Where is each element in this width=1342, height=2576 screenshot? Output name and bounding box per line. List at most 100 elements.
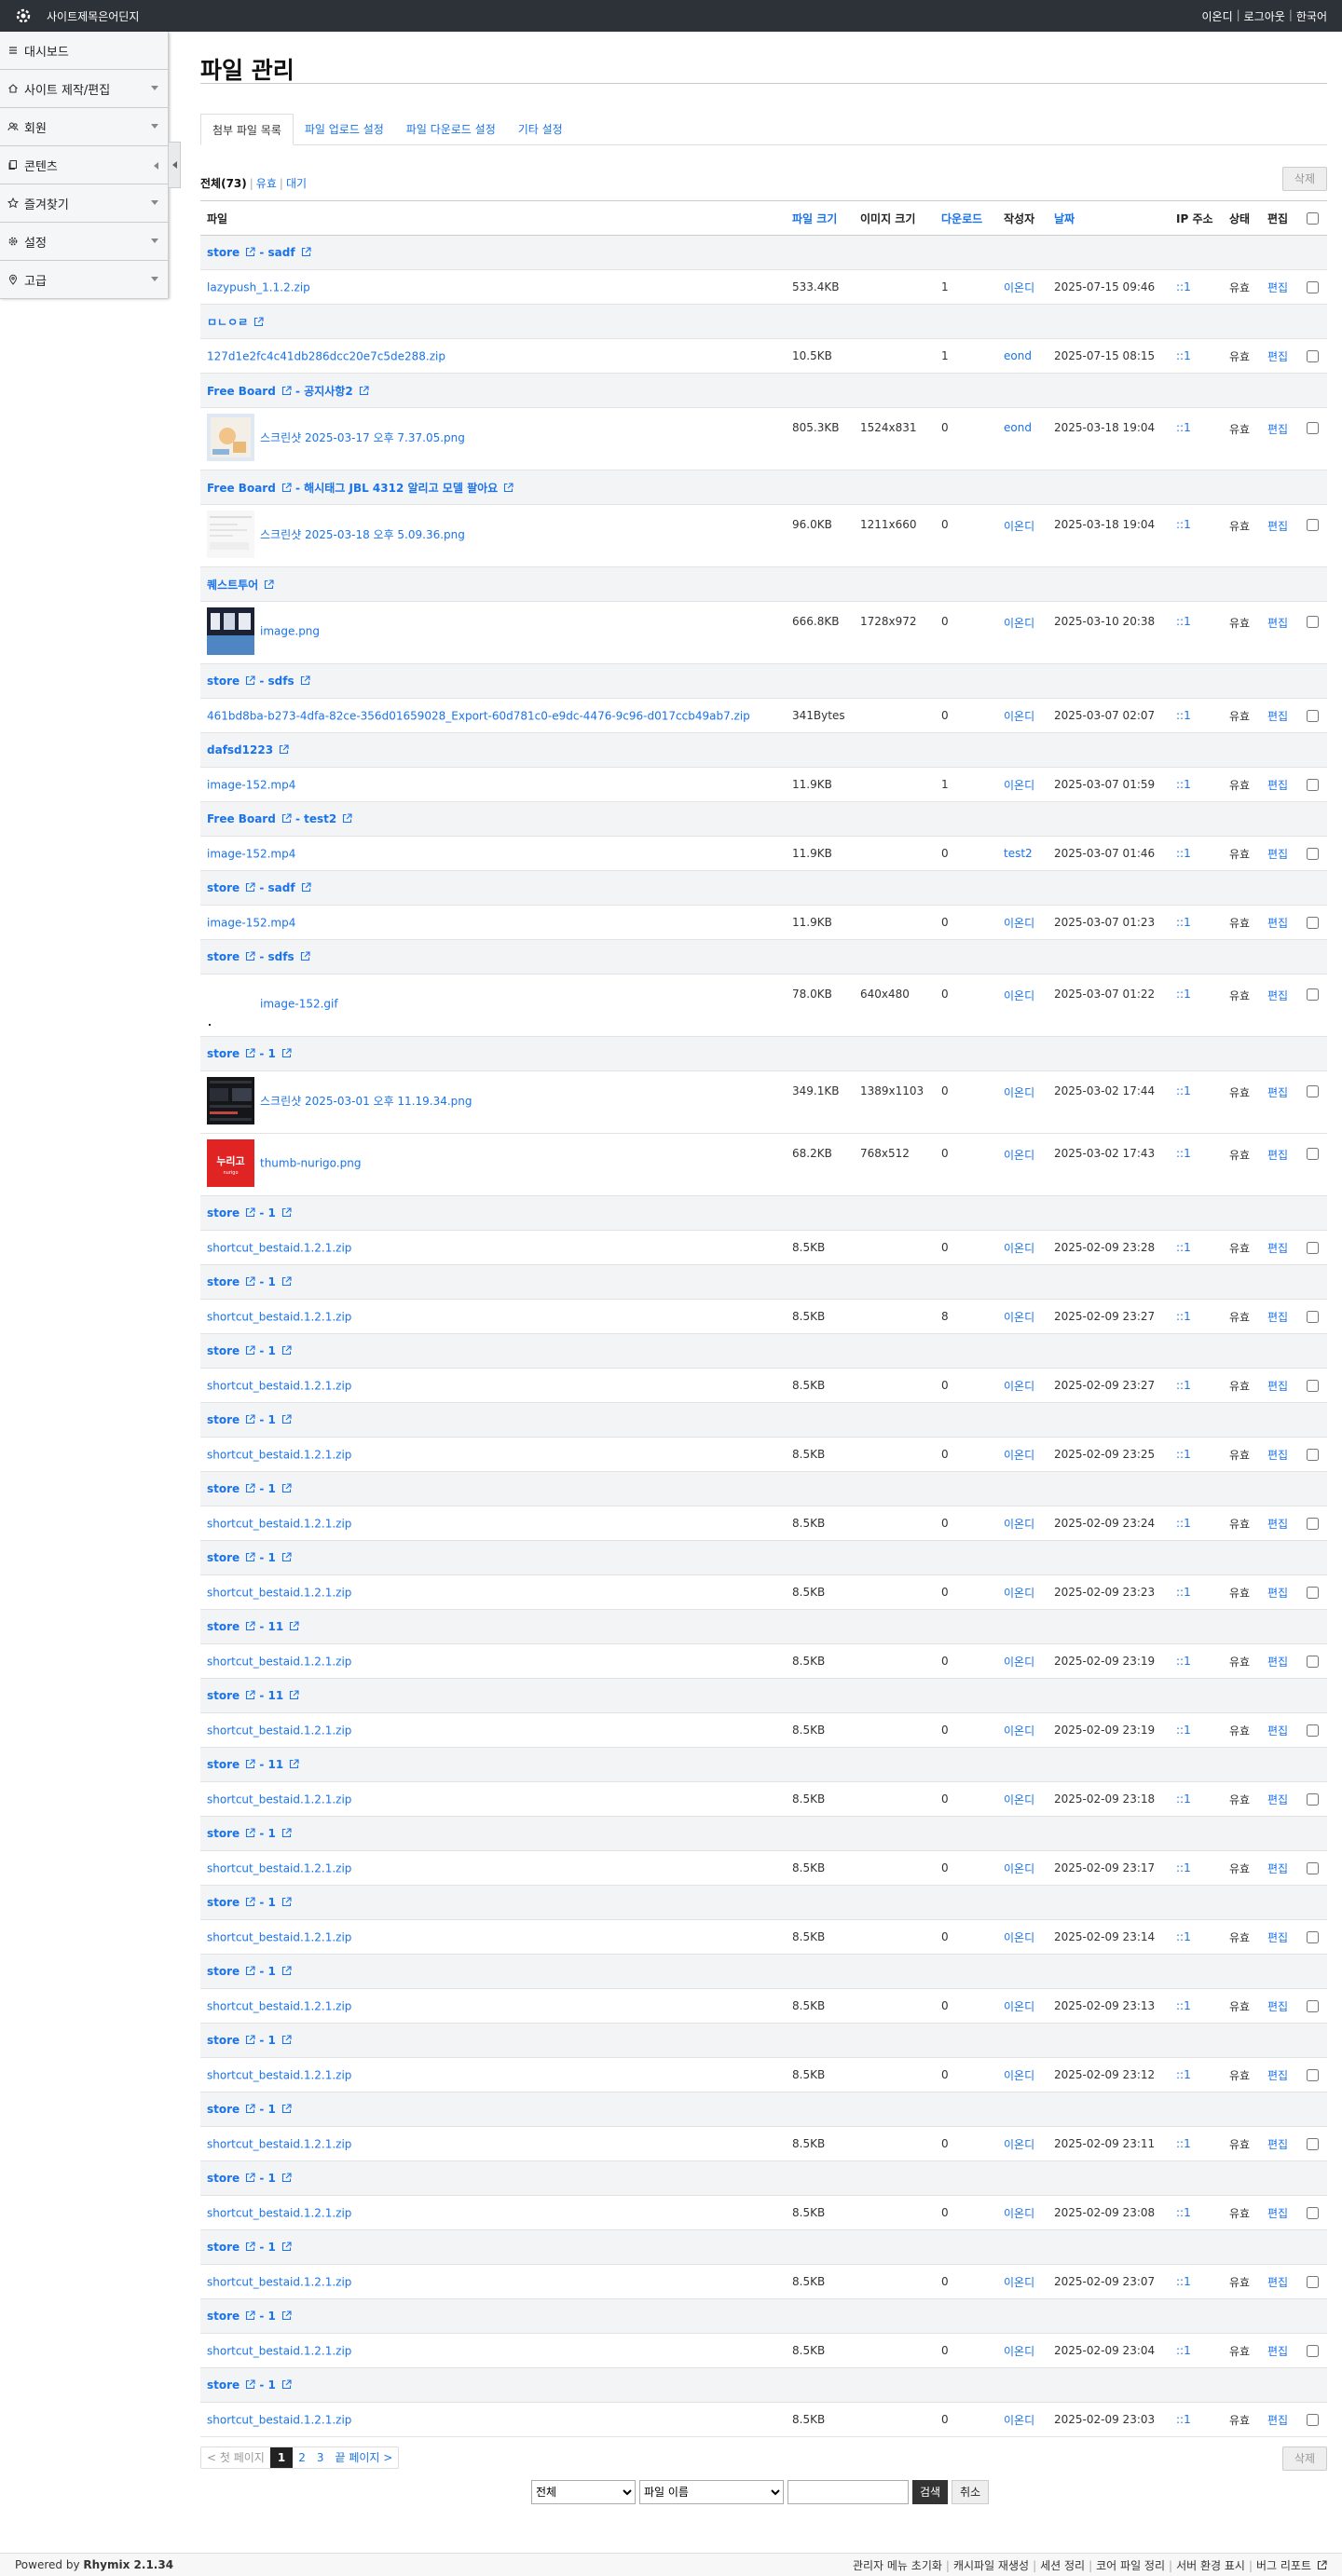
- select-all-checkbox[interactable]: [1307, 212, 1319, 225]
- edit-link[interactable]: 편집: [1267, 1724, 1288, 1738]
- group-document-link[interactable]: - sdfs: [259, 675, 294, 688]
- group-document-link[interactable]: - test2: [295, 812, 336, 825]
- file-link[interactable]: lazypush_1.1.2.zip: [207, 280, 310, 293]
- external-link-icon[interactable]: [279, 744, 289, 755]
- group-module-link[interactable]: store: [207, 2378, 240, 2392]
- group-document-link[interactable]: - 1: [259, 1827, 276, 1840]
- file-link[interactable]: shortcut_bestaid.1.2.1.zip: [207, 1517, 351, 1530]
- external-link-icon[interactable]: [281, 1897, 292, 1907]
- group-module-link[interactable]: Free Board: [207, 482, 276, 495]
- external-link-icon[interactable]: [245, 1690, 255, 1700]
- ip-link[interactable]: ::1: [1176, 280, 1191, 293]
- row-checkbox[interactable]: [1307, 1931, 1319, 1943]
- delete-button-top[interactable]: 삭제: [1281, 167, 1327, 191]
- edit-link[interactable]: 편집: [1267, 1380, 1288, 1393]
- author-link[interactable]: 이온디: [1004, 2000, 1034, 2013]
- edit-link[interactable]: 편집: [1267, 1086, 1288, 1099]
- external-link-icon[interactable]: [245, 1966, 255, 1976]
- group-module-link[interactable]: store: [207, 246, 240, 259]
- group-document-link[interactable]: - sadf: [259, 881, 294, 894]
- external-link-icon[interactable]: [245, 1483, 255, 1493]
- ip-link[interactable]: ::1: [1176, 1241, 1191, 1254]
- external-link-icon[interactable]: [245, 2035, 255, 2045]
- ip-link[interactable]: ::1: [1176, 1517, 1191, 1530]
- edit-link[interactable]: 편집: [1267, 350, 1288, 363]
- author-link[interactable]: 이온디: [1004, 1242, 1034, 1255]
- external-link-icon[interactable]: [245, 1048, 255, 1058]
- file-link[interactable]: image-152.mp4: [207, 778, 295, 791]
- edit-link[interactable]: 편집: [1267, 1793, 1288, 1806]
- edit-link[interactable]: 편집: [1267, 281, 1288, 294]
- group-document-link[interactable]: - 1: [259, 2310, 276, 2323]
- page-link[interactable]: 2: [293, 2447, 311, 2468]
- external-link-icon[interactable]: [245, 1759, 255, 1769]
- row-checkbox[interactable]: [1307, 616, 1319, 628]
- edit-link[interactable]: 편집: [1267, 1311, 1288, 1324]
- external-link-icon[interactable]: [281, 1207, 292, 1218]
- footer-link[interactable]: 관리자 메뉴 초기화: [853, 2559, 942, 2572]
- external-link-icon[interactable]: [289, 1759, 299, 1769]
- author-link[interactable]: 이온디: [1004, 1149, 1034, 1162]
- external-link-icon[interactable]: [245, 675, 255, 686]
- group-module-link[interactable]: store: [207, 1827, 240, 1840]
- author-link[interactable]: 이온디: [1004, 2276, 1034, 2289]
- author-link[interactable]: 이온디: [1004, 520, 1034, 533]
- row-checkbox[interactable]: [1307, 281, 1319, 293]
- tab-attachment-list[interactable]: 첨부 파일 목록: [200, 114, 294, 145]
- external-link-icon[interactable]: [245, 247, 255, 257]
- file-thumbnail[interactable]: [207, 607, 254, 655]
- row-checkbox[interactable]: [1307, 988, 1319, 1001]
- row-checkbox[interactable]: [1307, 848, 1319, 860]
- edit-link[interactable]: 편집: [1267, 2069, 1288, 2082]
- edit-link[interactable]: 편집: [1267, 989, 1288, 1002]
- tab-download-settings[interactable]: 파일 다운로드 설정: [395, 114, 507, 145]
- file-link[interactable]: 461bd8ba-b273-4dfa-82ce-356d01659028_Exp…: [207, 709, 750, 722]
- ip-link[interactable]: ::1: [1176, 1586, 1191, 1599]
- sidebar-item[interactable]: 대시보드: [0, 32, 168, 70]
- external-link-icon[interactable]: [281, 2104, 292, 2114]
- group-document-link[interactable]: - 1: [259, 1206, 276, 1220]
- row-checkbox[interactable]: [1307, 1311, 1319, 1323]
- row-checkbox[interactable]: [1307, 2414, 1319, 2426]
- external-link-icon[interactable]: [1317, 2559, 1327, 2570]
- ip-link[interactable]: ::1: [1176, 778, 1191, 791]
- ip-link[interactable]: ::1: [1176, 518, 1191, 531]
- file-link[interactable]: image-152.mp4: [207, 847, 295, 860]
- filter-valid[interactable]: 유효: [256, 177, 277, 190]
- external-link-icon[interactable]: [264, 579, 274, 590]
- edit-link[interactable]: 편집: [1267, 1518, 1288, 1531]
- tab-other-settings[interactable]: 기타 설정: [507, 114, 574, 145]
- author-link[interactable]: 이온디: [1004, 1449, 1034, 1462]
- row-checkbox[interactable]: [1307, 2138, 1319, 2150]
- author-link[interactable]: 이온디: [1004, 710, 1034, 723]
- file-link[interactable]: image.png: [260, 625, 320, 638]
- external-link-icon[interactable]: [281, 813, 292, 824]
- edit-link[interactable]: 편집: [1267, 1931, 1288, 1944]
- external-link-icon[interactable]: [245, 1897, 255, 1907]
- external-link-icon[interactable]: [289, 1690, 299, 1700]
- footer-link[interactable]: 코어 파일 정리: [1096, 2559, 1165, 2572]
- external-link-icon[interactable]: [253, 316, 264, 327]
- author-link[interactable]: 이온디: [1004, 2069, 1034, 2082]
- file-link[interactable]: shortcut_bestaid.1.2.1.zip: [207, 1379, 351, 1392]
- footer-link[interactable]: 버그 리포트: [1256, 2559, 1311, 2572]
- group-module-link[interactable]: store: [207, 881, 240, 894]
- external-link-icon[interactable]: [359, 385, 369, 396]
- group-document-link[interactable]: - 1: [259, 1551, 276, 1564]
- external-link-icon[interactable]: [245, 1828, 255, 1838]
- author-link[interactable]: 이온디: [1004, 989, 1034, 1002]
- ip-link[interactable]: ::1: [1176, 988, 1191, 1001]
- file-link[interactable]: thumb-nurigo.png: [260, 1157, 361, 1170]
- external-link-icon[interactable]: [301, 882, 311, 893]
- sidebar-collapse-toggle[interactable]: [169, 142, 181, 188]
- row-checkbox[interactable]: [1307, 1587, 1319, 1599]
- file-link[interactable]: shortcut_bestaid.1.2.1.zip: [207, 1861, 351, 1874]
- ip-link[interactable]: ::1: [1176, 916, 1191, 929]
- row-checkbox[interactable]: [1307, 2276, 1319, 2288]
- external-link-icon[interactable]: [245, 1621, 255, 1631]
- group-document-link[interactable]: - 11: [259, 1620, 283, 1633]
- external-link-icon[interactable]: [281, 1276, 292, 1287]
- author-link[interactable]: 이온디: [1004, 281, 1034, 294]
- group-module-link[interactable]: store: [207, 2241, 240, 2254]
- external-link-icon[interactable]: [281, 385, 292, 396]
